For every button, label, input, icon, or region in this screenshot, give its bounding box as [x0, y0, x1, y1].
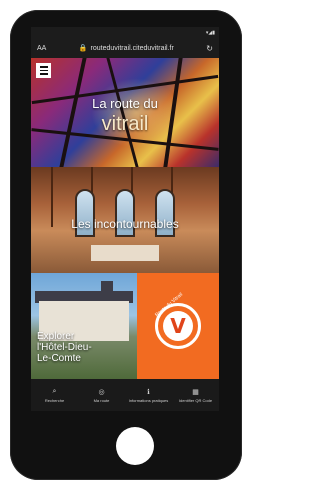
- phone-screen: ▾◢▮ AA 🔒 routeduvitrail.citeduvitrail.fr…: [31, 27, 219, 411]
- hamburger-menu-icon[interactable]: [36, 63, 51, 78]
- nav-label: Recherche: [44, 398, 65, 403]
- route-icon: ◎: [98, 387, 105, 396]
- info-icon: ℹ: [147, 387, 150, 396]
- tile-row: Explorer l'Hôtel-Dieu- Le-Comte Route du…: [31, 273, 219, 379]
- status-bar: ▾◢▮: [31, 27, 219, 38]
- incontournables-card[interactable]: Les incontournables: [31, 167, 219, 273]
- logo-ring: Route du Vitrail V: [154, 292, 201, 349]
- explore-hotel-dieu-card[interactable]: Explorer l'Hôtel-Dieu- Le-Comte: [31, 273, 137, 379]
- search-icon: ⌕: [52, 387, 57, 395]
- hero-title-line1: La route du: [92, 96, 158, 111]
- url-text: routeduvitrail.citeduvitrail.fr: [90, 44, 174, 52]
- bottom-navigation: ⌕ Recherche ◎ Ma route ℹ Informations pr…: [31, 379, 219, 411]
- hero-title-line2: vitrail: [101, 113, 149, 135]
- explore-line3: Le-Comte: [37, 353, 81, 364]
- qr-code-icon: ▦: [192, 387, 199, 396]
- incontournables-title: Les incontournables: [71, 217, 179, 231]
- building-tower: [101, 281, 113, 301]
- nav-label: Identifier QR Code: [178, 397, 213, 403]
- nav-item-informations[interactable]: ℹ Informations pratiques: [125, 379, 172, 411]
- lock-icon: 🔒: [78, 45, 88, 52]
- chapel-altar: [91, 245, 159, 261]
- text-size-button[interactable]: AA: [37, 45, 46, 52]
- nav-item-qr-code[interactable]: ▦ Identifier QR Code: [172, 379, 219, 411]
- nav-item-recherche[interactable]: ⌕ Recherche: [31, 379, 78, 411]
- home-button[interactable]: [116, 427, 154, 465]
- explore-title: Explorer l'Hôtel-Dieu- Le-Comte: [37, 331, 92, 364]
- status-icons: ▾◢▮: [205, 29, 215, 36]
- nav-label: Ma route: [93, 397, 110, 403]
- url-field[interactable]: 🔒 routeduvitrail.citeduvitrail.fr: [52, 44, 200, 53]
- reload-icon[interactable]: ↻: [206, 44, 213, 53]
- nav-label: Informations pratiques: [128, 397, 169, 403]
- route-du-vitrail-logo-card[interactable]: Route du Vitrail V: [137, 273, 219, 379]
- nav-item-ma-route[interactable]: ◎ Ma route: [78, 379, 125, 411]
- explore-line2: l'Hôtel-Dieu-: [37, 342, 92, 353]
- browser-address-bar[interactable]: AA 🔒 routeduvitrail.citeduvitrail.fr ↻: [31, 38, 219, 58]
- hero-banner[interactable]: La route du vitrail: [31, 58, 219, 167]
- logo-inner: V: [163, 311, 193, 341]
- explore-line1: Explorer: [37, 331, 75, 342]
- logo-v: V: [170, 314, 186, 338]
